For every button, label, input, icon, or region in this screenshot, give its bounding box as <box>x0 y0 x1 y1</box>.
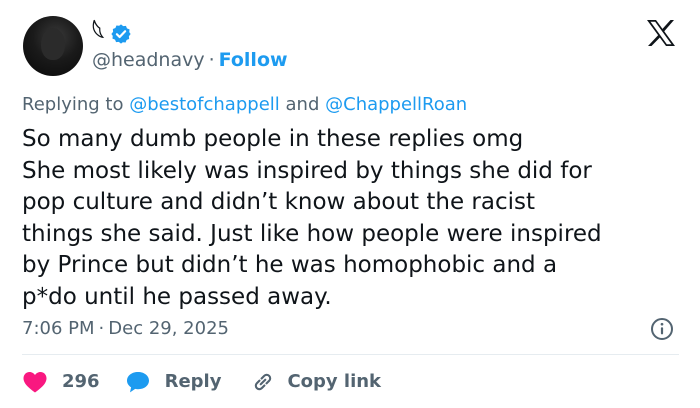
tweet-text-line: p*do until he passed away. <box>22 283 332 310</box>
author-display-name[interactable]: 𓆩 <box>92 20 104 48</box>
tweet-text-line: pop culture and didn’t know about the ra… <box>22 189 535 216</box>
mention-link-chappellroan[interactable]: @ChappellRoan <box>325 94 467 115</box>
avatar[interactable] <box>23 16 83 76</box>
author-handle-row: @headnavy · Follow <box>92 47 288 73</box>
tweet-timestamp[interactable]: 7:06 PM · Dec 29, 2025 <box>22 316 229 342</box>
mention-link-bestofchappell[interactable]: @bestofchappell <box>129 94 280 115</box>
like-button[interactable]: 296 <box>22 368 100 396</box>
avatar-face <box>41 28 65 60</box>
author-name-row: 𓆩 <box>92 20 132 48</box>
handle-separator: · <box>208 49 215 71</box>
tweet-time: 7:06 PM <box>22 318 95 339</box>
reply-label: Reply <box>164 371 222 392</box>
verified-badge-icon <box>111 24 131 44</box>
tweet-text-line: She most likely was inspired by things s… <box>22 157 592 184</box>
follow-button[interactable]: Follow <box>219 49 288 71</box>
tweet-date: Dec 29, 2025 <box>108 318 229 339</box>
tweet-text: So many dumb people in these replies omg… <box>22 124 682 314</box>
reply-button[interactable]: Reply <box>125 368 222 396</box>
tweet-text-line: So many dumb people in these replies omg <box>22 126 524 152</box>
speech-bubble-icon <box>126 372 149 393</box>
tweet-text-line: by Prince but didn’t he was homophobic a… <box>22 252 558 279</box>
copy-link-label: Copy link <box>287 371 382 392</box>
info-icon[interactable] <box>650 317 674 341</box>
author-handle[interactable]: @headnavy <box>92 49 205 71</box>
reply-context-conjunction: and <box>285 94 320 115</box>
action-bar: 296 Reply Copy link <box>22 367 381 397</box>
copy-link-button[interactable]: Copy link <box>251 368 381 396</box>
divider <box>22 354 679 355</box>
timestamp-separator: · <box>98 318 105 339</box>
link-icon <box>255 373 272 391</box>
x-logo-icon[interactable] <box>646 19 676 47</box>
reply-context-prefix: Replying to <box>22 94 124 115</box>
reply-context: Replying to @bestofchappell and @Chappel… <box>22 92 467 118</box>
heart-icon <box>23 372 47 393</box>
tweet-text-line: things she said. Just like how people we… <box>22 220 602 247</box>
like-count: 296 <box>62 371 100 392</box>
